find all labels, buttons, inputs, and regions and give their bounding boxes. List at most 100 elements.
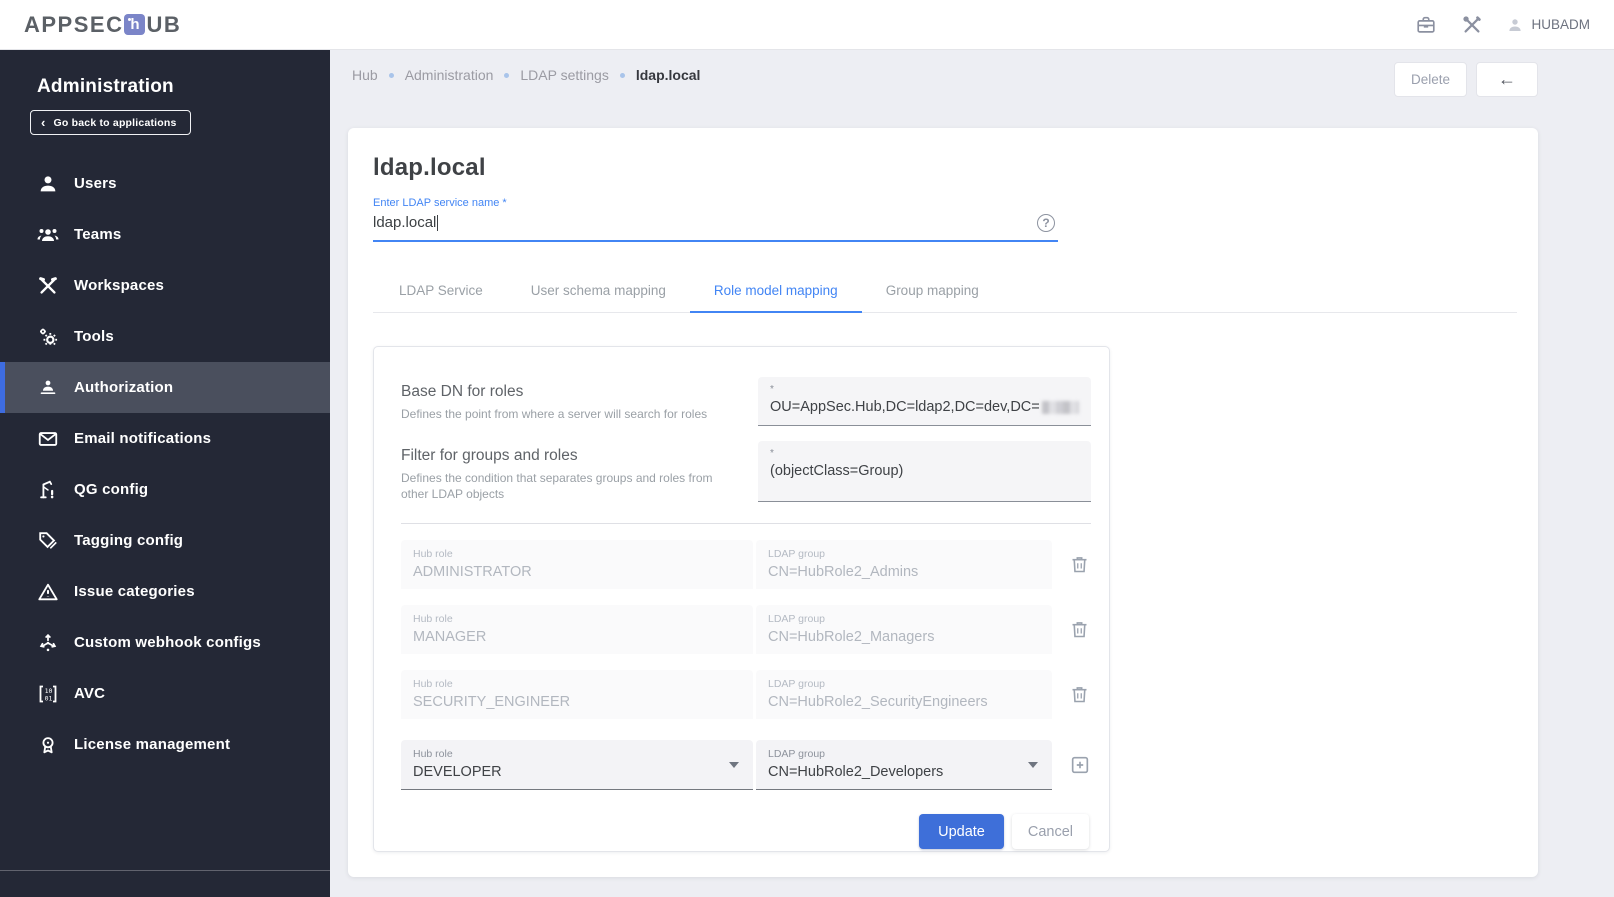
breadcrumb-separator-dot — [504, 72, 510, 78]
delete-button[interactable]: Delete — [1393, 61, 1467, 97]
sidebar-item-qg-config[interactable]: QG config — [0, 464, 330, 515]
panel-divider — [401, 523, 1091, 525]
sidebar-divider — [0, 870, 330, 871]
sidebar-item-authorization[interactable]: Authorization — [0, 362, 330, 413]
admin-tools-icon[interactable] — [1460, 13, 1484, 37]
ldap-detail-card: ldap.local Enter LDAP service name * lda… — [348, 128, 1538, 877]
sidebar-item-email-notifications[interactable]: Email notifications — [0, 413, 330, 464]
chevron-down-icon — [1028, 762, 1038, 769]
hub-role-field-disabled: Hub role ADMINISTRATOR — [401, 540, 753, 590]
top-bar: APPSEC h UB HUBADM — [0, 0, 1614, 50]
tab-ldap-service[interactable]: LDAP Service — [375, 271, 507, 313]
logo-h-icon: h — [124, 14, 146, 35]
breadcrumb-hub[interactable]: Hub — [352, 67, 378, 83]
hub-role-dropdown[interactable]: Hub role DEVELOPER — [401, 740, 753, 791]
role-mapping-row-editable: Hub role DEVELOPER LDAP group CN=HubRole… — [401, 740, 1091, 791]
gears-icon — [36, 325, 60, 349]
delete-row-trash-icon[interactable] — [1069, 684, 1090, 705]
help-icon[interactable]: ? — [1037, 214, 1055, 232]
user-icon — [36, 172, 60, 196]
app-logo[interactable]: APPSEC h UB — [24, 12, 181, 38]
ldap-service-name-input[interactable]: ldap.local — [373, 209, 1058, 242]
delete-row-trash-icon[interactable] — [1069, 619, 1090, 640]
role-mapping-row: Hub role SECURITY_ENGINEER LDAP group CN… — [401, 670, 1091, 720]
text-caret — [437, 214, 439, 231]
tab-group-mapping[interactable]: Group mapping — [862, 271, 1003, 313]
role-mapping-row: Hub role MANAGER LDAP group CN=HubRole2_… — [401, 605, 1091, 655]
content-area: Hub Administration LDAP settings ldap.lo… — [330, 50, 1614, 897]
redacted-text — [1041, 400, 1079, 414]
user-menu[interactable]: HUBADM — [1506, 16, 1590, 34]
chevron-down-icon — [729, 762, 739, 769]
hub-role-field-disabled: Hub role MANAGER — [401, 605, 753, 655]
breadcrumb-ldap-settings[interactable]: LDAP settings — [520, 67, 608, 83]
tag-icon — [36, 529, 60, 553]
ldap-group-dropdown[interactable]: LDAP group CN=HubRole2_Developers — [756, 740, 1052, 791]
sidebar-item-tools[interactable]: Tools — [0, 311, 330, 362]
back-button[interactable]: ← — [1476, 61, 1538, 97]
add-row-plus-icon[interactable] — [1069, 754, 1091, 776]
base-dn-field-row: Base DN for roles Defines the point from… — [401, 377, 1091, 426]
app-root: APPSEC h UB HUBADM Administration ‹ Go bac… — [0, 0, 1614, 897]
filter-description: Defines the condition that separates gro… — [401, 471, 713, 502]
role-model-mapping-panel: Base DN for roles Defines the point from… — [373, 346, 1110, 852]
filter-input[interactable]: * (objectClass=Group) — [758, 441, 1091, 503]
role-mapping-row: Hub role ADMINISTRATOR LDAP group CN=Hub… — [401, 540, 1091, 590]
svg-text:01: 01 — [45, 694, 53, 702]
branch-arrows-icon — [36, 631, 60, 655]
ldap-group-field-disabled: LDAP group CN=HubRole2_Admins — [756, 540, 1052, 590]
gate-icon — [36, 478, 60, 502]
sidebar-item-tagging-config[interactable]: Tagging config — [0, 515, 330, 566]
top-bar-actions: HUBADM — [1414, 13, 1590, 37]
base-dn-description: Defines the point from where a server wi… — [401, 407, 708, 421]
chevron-left-icon: ‹ — [41, 115, 46, 130]
tab-bar: LDAP Service User schema mapping Role mo… — [373, 271, 1517, 313]
ldap-service-name-label: Enter LDAP service name * — [373, 197, 507, 209]
breadcrumb: Hub Administration LDAP settings ldap.lo… — [352, 67, 700, 83]
filter-field-row: Filter for groups and roles Defines the … — [401, 441, 1091, 503]
hub-role-field-disabled: Hub role SECURITY_ENGINEER — [401, 670, 753, 720]
breadcrumb-separator-dot — [619, 72, 625, 78]
sidebar-item-license-management[interactable]: License management — [0, 719, 330, 770]
sidebar: Administration ‹ Go back to applications… — [0, 50, 330, 897]
briefcase-icon[interactable] — [1414, 13, 1438, 37]
back-arrow-icon: ← — [1498, 68, 1516, 89]
breadcrumb-administration[interactable]: Administration — [405, 67, 494, 83]
update-button[interactable]: Update — [919, 814, 1004, 850]
sidebar-item-custom-webhook-configs[interactable]: Custom webhook configs — [0, 617, 330, 668]
breadcrumb-current: ldap.local — [635, 67, 701, 83]
sidebar-item-users[interactable]: Users — [0, 158, 330, 209]
breadcrumb-separator-dot — [388, 72, 394, 78]
sidebar-item-workspaces[interactable]: Workspaces — [0, 260, 330, 311]
logo-text-post: UB — [146, 11, 182, 37]
ldap-group-field-disabled: LDAP group CN=HubRole2_Managers — [756, 605, 1052, 655]
cancel-button[interactable]: Cancel — [1011, 814, 1089, 850]
filter-label: Filter for groups and roles — [401, 447, 578, 464]
delete-row-trash-icon[interactable] — [1069, 554, 1090, 575]
ldap-service-name-field: Enter LDAP service name * ldap.local ? — [373, 197, 1058, 242]
sidebar-item-teams[interactable]: Teams — [0, 209, 330, 260]
sidebar-item-avc[interactable]: 10 01 AVC — [0, 668, 330, 719]
sidebar-title: Administration — [37, 76, 174, 97]
envelope-icon — [36, 427, 60, 451]
panel-buttons: Update Cancel — [401, 814, 1091, 850]
tab-user-schema-mapping[interactable]: User schema mapping — [507, 271, 690, 313]
sidebar-item-issue-categories[interactable]: Issue categories — [0, 566, 330, 617]
warning-triangle-icon — [36, 580, 60, 604]
base-dn-input[interactable]: * OU=AppSec.Hub,DC=ldap2,DC=dev,DC= — [758, 377, 1091, 426]
go-back-to-applications-button[interactable]: ‹ Go back to applications — [30, 110, 191, 135]
sidebar-nav: Users Teams Workspaces Tools Authorizati… — [0, 158, 330, 770]
username: HUBADM — [1531, 17, 1590, 32]
tab-role-model-mapping[interactable]: Role model mapping — [689, 271, 862, 313]
page-title: ldap.local — [373, 154, 486, 181]
badge-icon — [36, 733, 60, 757]
hammer-wrench-icon — [36, 274, 60, 298]
page-actions: Delete ← — [1393, 61, 1538, 97]
group-icon — [36, 223, 60, 247]
content-header: Hub Administration LDAP settings ldap.lo… — [330, 50, 1614, 100]
binary-brackets-icon: 10 01 — [36, 682, 60, 706]
person-podium-icon — [36, 376, 60, 400]
base-dn-label: Base DN for roles — [401, 383, 524, 400]
user-avatar-icon — [1509, 18, 1522, 31]
logo-text-pre: APPSEC — [24, 11, 124, 37]
